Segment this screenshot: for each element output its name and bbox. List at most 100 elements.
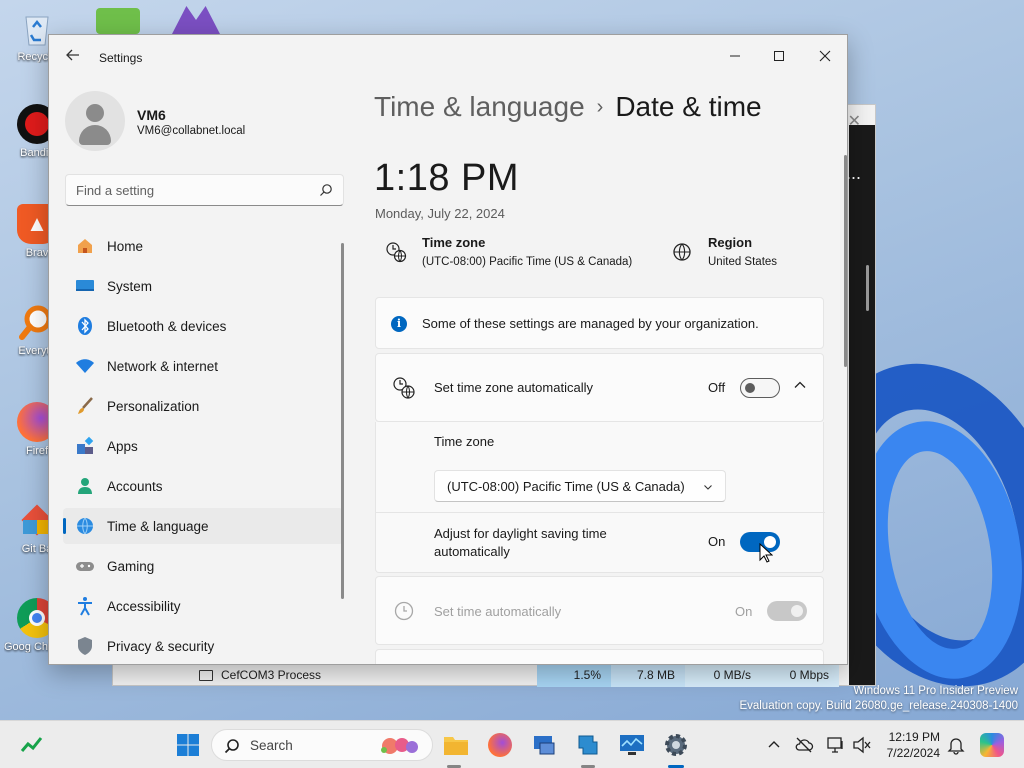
taskbar-search-box[interactable]: Search [211,729,433,761]
set-time-automatically-label: Set time automatically [434,604,562,619]
title-bar: Settings [49,35,847,79]
set-time-zone-automatically-row[interactable]: Set time zone automatically Off [375,353,824,422]
sidebar-item-time-language[interactable]: Time & language [63,508,343,544]
cloud-offline-icon[interactable] [794,735,814,755]
settings-window[interactable]: Settings VM6 VM6@collabnet.local Home Sy… [48,34,848,665]
user-name: VM6 [137,107,166,123]
close-button[interactable] [803,41,847,71]
sidebar-item-label: Accessibility [107,598,181,614]
toggle-state-text: On [735,604,753,619]
chevron-up-icon[interactable] [764,735,784,755]
sidebar-item-label: Privacy & security [107,638,215,654]
task-manager-close-icon[interactable]: ✕ [848,111,861,131]
sidebar-item-accessibility[interactable]: Accessibility [63,588,343,624]
process-cpu: 1.5% [537,663,611,687]
breadcrumb-parent[interactable]: Time & language [374,91,585,122]
volume-muted-icon[interactable] [852,735,872,755]
avatar[interactable] [65,91,125,151]
resource-monitor-icon[interactable] [618,731,646,759]
sidebar-item-gaming[interactable]: Gaming [63,548,343,584]
search-highlight-icon [381,738,418,754]
content-scrollbar[interactable] [844,155,847,367]
search-input[interactable] [66,175,306,205]
system-clock-time: 12:19 PM [888,730,940,744]
sidebar-item-apps[interactable]: Apps [63,428,343,464]
accessibility-icon [75,596,95,616]
process-memory: 7.8 MB [611,663,685,687]
divider [376,512,825,513]
sidebar-item-label: Home [107,238,144,254]
process-network: 0 Mbps [761,663,839,687]
sidebar-item-personalization[interactable]: Personalization [63,388,343,424]
back-arrow-icon[interactable] [63,47,83,67]
file-explorer-icon[interactable] [442,731,470,759]
region-info-value: United States [708,256,778,268]
sidebar-item-accounts[interactable]: Accounts [63,468,343,504]
sidebar-item-label: Network & internet [107,358,219,374]
sidebar-item-label: Time & language [107,518,209,534]
time-zone-dropdown[interactable]: (UTC-08:00) Pacific Time (US & Canada) [434,470,726,502]
system-clock-date: 7/22/2024 [886,746,940,760]
clock-icon [394,601,414,621]
sidebar-item-label: Bluetooth & devices [107,318,227,334]
watermark-line2: Evaluation copy. Build 26080.ge_release.… [739,700,1018,712]
copilot-icon[interactable] [978,731,1006,759]
set-time-zone-automatically-toggle[interactable] [740,378,780,398]
maximize-button[interactable] [757,41,801,71]
daylight-saving-label-line2: automatically [434,544,510,559]
windows-watermark: Windows 11 Pro Insider Preview Evaluatio… [739,684,1018,714]
search-icon[interactable] [319,183,333,197]
settings-gear-icon[interactable] [662,731,690,759]
time-zone-globe-icon [393,377,415,399]
region-globe-icon [673,243,691,261]
region-info: Region United States [671,235,777,268]
next-setting-card[interactable] [375,649,824,664]
daylight-saving-label-line1: Adjust for daylight saving time [434,526,607,541]
managed-notice-text: Some of these settings are managed by yo… [422,316,759,331]
sidebar-item-label: Personalization [107,398,200,414]
sidebar-item-label: Apps [107,438,138,454]
system-clock[interactable]: 12:19 PM 7/22/2024 [880,729,940,761]
toggle-state-text: On [708,534,726,549]
firefox-icon[interactable] [486,731,514,759]
sidebar-scrollbar[interactable] [341,243,344,599]
breadcrumb-chevron-icon: › [596,96,604,118]
sidebar-item-privacy[interactable]: Privacy & security [63,628,343,664]
time-zone-expanded-panel: Time zone (UTC-08:00) Pacific Time (US &… [375,422,825,573]
sidebar-nav: Home System Bluetooth & devices Network … [63,228,343,664]
task-manager-side-panel [849,125,875,685]
globe-clock-icon [75,516,95,536]
notification-bell-icon[interactable] [946,735,966,755]
desktop-icon-partial[interactable] [96,8,140,34]
set-time-automatically-row: Set time automatically On [375,576,824,645]
virtualbox-icon[interactable] [574,731,602,759]
toggle-state-text: Off [708,380,726,395]
find-setting-search[interactable] [65,174,344,206]
sidebar-item-system[interactable]: System [63,268,343,304]
minimize-button[interactable] [713,41,757,71]
network-monitor-icon[interactable] [826,735,846,755]
region-info-label: Region [708,235,753,250]
visual-studio-icon[interactable] [172,6,220,34]
sidebar-item-bluetooth[interactable]: Bluetooth & devices [63,308,343,344]
sidebar-item-home[interactable]: Home [63,228,343,264]
remote-desktop-icon[interactable] [530,731,558,759]
close-icon [819,50,831,62]
apps-icon [75,436,95,456]
chevron-up-icon[interactable] [793,378,807,392]
process-name: CefCOM3 Process [221,668,322,682]
task-manager-more-button[interactable]: ... [846,163,861,184]
stock-widget-icon[interactable] [18,731,46,759]
maximize-icon [774,51,784,61]
sidebar-item-network[interactable]: Network & internet [63,348,343,384]
page-title: Date & time [615,91,762,122]
current-date: Monday, July 22, 2024 [375,206,505,221]
task-manager-scrollbar[interactable] [866,265,869,311]
home-icon [75,236,95,256]
start-button[interactable] [174,731,202,759]
gamepad-icon [75,556,95,576]
window-process-icon [199,669,213,681]
minimize-icon [730,55,740,57]
process-row[interactable]: CefCOM3 Process 1.5% 7.8 MB 0 MB/s 0 Mbp… [193,663,877,687]
daylight-saving-label: Adjust for daylight saving time automati… [434,525,607,561]
